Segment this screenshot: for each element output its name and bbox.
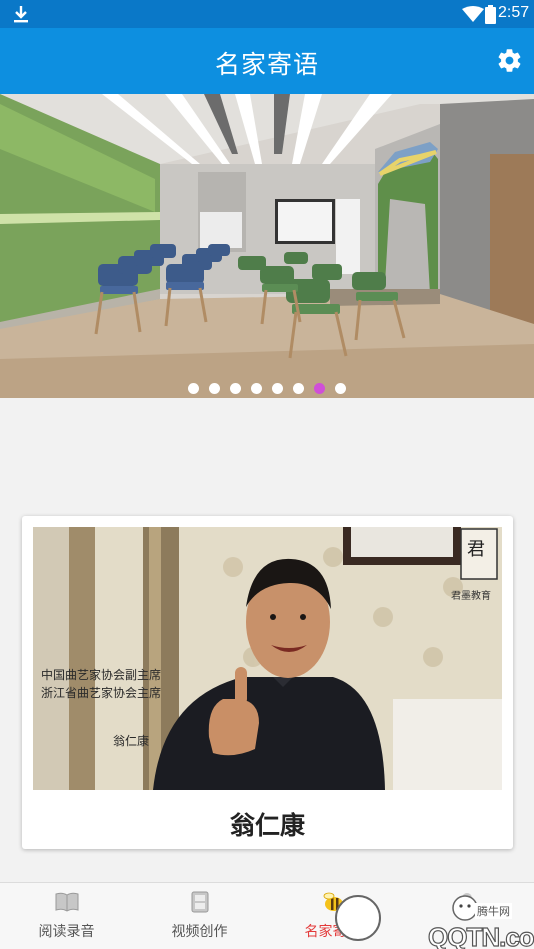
nav-label: 视频创作 (171, 924, 228, 940)
carousel-dot[interactable] (314, 383, 325, 394)
gear-icon[interactable] (496, 47, 523, 74)
download-icon (14, 6, 28, 23)
svg-text:浙江省曲艺家协会主席: 浙江省曲艺家协会主席 (41, 685, 161, 700)
carousel-dot[interactable] (251, 383, 262, 394)
page-title: 名家寄语 (214, 50, 319, 79)
watermark-text: QQTN.com (427, 921, 534, 949)
carousel-dot[interactable] (293, 383, 304, 394)
banner-carousel[interactable] (0, 94, 534, 398)
svg-text:君: 君 (467, 539, 485, 560)
battery-icon (485, 5, 496, 24)
master-card[interactable]: 中国曲艺家协会副主席 浙江省曲艺家协会主席 翁仁康 君 君墨教育 翁仁康 (22, 516, 513, 849)
carousel-dot[interactable] (335, 383, 346, 394)
nav-item-video[interactable]: 视频创作 (133, 883, 266, 949)
status-bar: 2:57 (0, 0, 534, 28)
banner-image (0, 94, 534, 398)
app-bar: 名家寄语 (0, 28, 534, 94)
svg-text:中国曲艺家协会副主席: 中国曲艺家协会副主席 (41, 667, 161, 682)
svg-text:翁仁康: 翁仁康 (113, 733, 149, 748)
carousel-dot[interactable] (272, 383, 283, 394)
nav-label: 阅读录音 (38, 924, 95, 940)
book-icon (55, 892, 79, 912)
carousel-dot[interactable] (209, 383, 220, 394)
watermark-cn: 腾牛网 (475, 903, 512, 919)
carousel-dot[interactable] (230, 383, 241, 394)
carousel-indicators (0, 383, 534, 395)
clock: 2:57 (498, 4, 530, 21)
film-icon (191, 891, 209, 913)
master-photo: 中国曲艺家协会副主席 浙江省曲艺家协会主席 翁仁康 君 君墨教育 (33, 527, 502, 790)
wifi-icon (462, 6, 484, 22)
carousel-dot[interactable] (188, 383, 199, 394)
nav-item-reading[interactable]: 阅读录音 (0, 883, 133, 949)
svg-text:君墨教育: 君墨教育 (451, 589, 491, 602)
master-name: 翁仁康 (229, 811, 305, 840)
